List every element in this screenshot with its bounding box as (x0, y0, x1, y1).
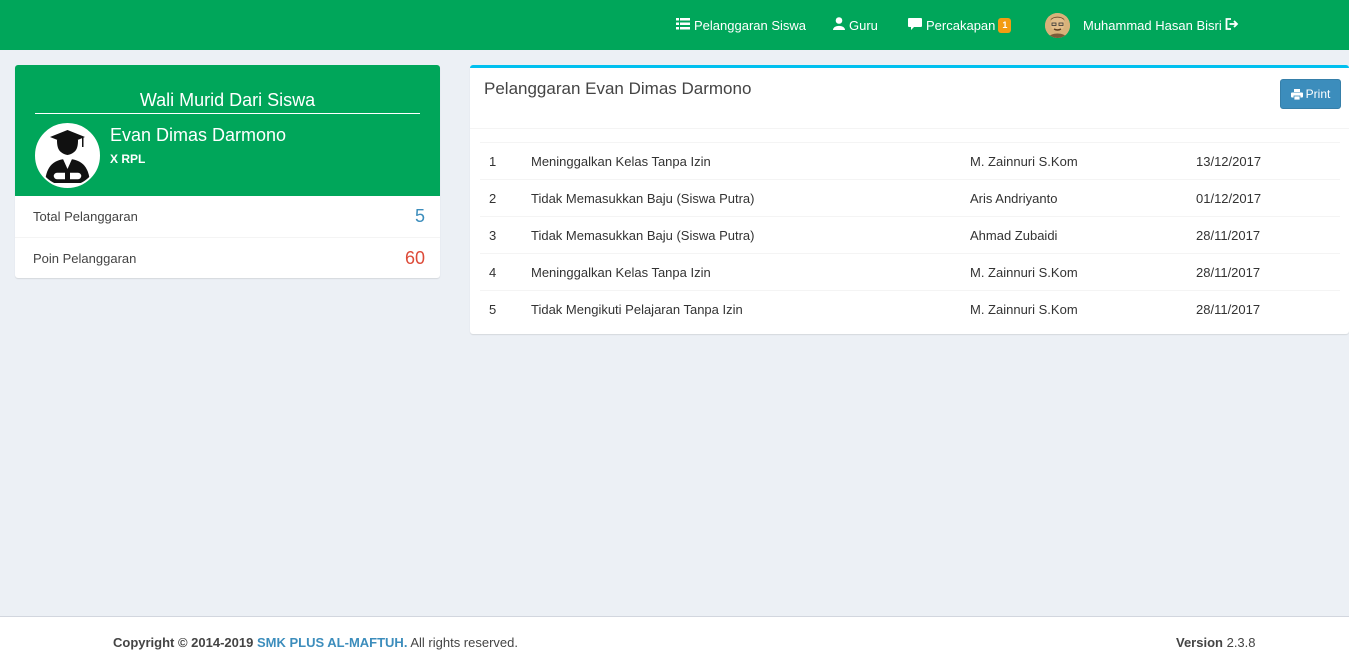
row-number: 2 (489, 191, 497, 206)
teacher-name: M. Zainnuri S.Kom (970, 265, 1078, 280)
teacher-name: M. Zainnuri S.Kom (970, 154, 1078, 169)
student-card-header: Wali Murid Dari Siswa Evan Dimas Darmono… (15, 65, 440, 196)
nav-label: Guru (849, 17, 878, 33)
footer: Copyright © 2014-2019 SMK PLUS AL-MAFTUH… (0, 616, 1349, 650)
print-label: Print (1305, 87, 1331, 101)
top-navbar: Pelanggaran Siswa Guru Percakapan 1 Muha… (0, 0, 1349, 50)
stat-value: 5 (414, 206, 425, 226)
divider (470, 128, 1349, 129)
row-number: 4 (489, 265, 497, 280)
row-number: 3 (489, 228, 497, 243)
graduate-icon (35, 123, 100, 188)
teacher-name: Ahmad Zubaidi (970, 228, 1058, 243)
violation-name: Tidak Mengikuti Pelajaran Tanpa Izin (531, 302, 743, 317)
table-row[interactable]: 5 Tidak Mengikuti Pelajaran Tanpa Izin M… (480, 290, 1340, 327)
rights-text: All rights reserved. (410, 635, 518, 650)
avatar (1045, 12, 1070, 38)
version-label: Version (1176, 635, 1223, 650)
teacher-name: M. Zainnuri S.Kom (970, 302, 1078, 317)
stat-value: 60 (404, 248, 425, 268)
user-menu[interactable]: Muhammad Hasan Bisri (1045, 0, 1239, 50)
table-row[interactable]: 2 Tidak Memasukkan Baju (Siswa Putra) Ar… (480, 179, 1340, 216)
table-row[interactable]: 4 Meninggalkan Kelas Tanpa Izin M. Zainn… (480, 253, 1340, 290)
card-title: Wali Murid Dari Siswa (35, 89, 420, 114)
student-class: X RPL (110, 152, 146, 166)
violation-date: 01/12/2017 (1196, 191, 1262, 206)
box-title: Pelanggaran Evan Dimas Darmono (484, 79, 752, 98)
violation-name: Meninggalkan Kelas Tanpa Izin (531, 154, 711, 169)
table-row[interactable]: 1 Meninggalkan Kelas Tanpa Izin M. Zainn… (480, 142, 1340, 179)
violation-date: 28/11/2017 (1196, 228, 1261, 243)
version-info: Version 2.3.8 (1176, 635, 1256, 650)
violation-date: 28/11/2017 (1196, 265, 1261, 280)
logout-icon[interactable] (1225, 17, 1239, 33)
notification-badge: 1 (998, 17, 1012, 33)
printer-icon (1290, 88, 1303, 100)
violations-table: 1 Meninggalkan Kelas Tanpa Izin M. Zainn… (480, 142, 1340, 327)
violation-name: Meninggalkan Kelas Tanpa Izin (531, 265, 711, 280)
user-icon (833, 17, 845, 33)
violation-date: 28/11/2017 (1196, 302, 1261, 317)
stat-total-violations[interactable]: Total Pelanggaran 5 (15, 196, 440, 238)
row-number: 5 (489, 302, 497, 317)
version-number: 2.3.8 (1226, 635, 1256, 650)
copyright: Copyright © 2014-2019 SMK PLUS AL-MAFTUH… (113, 635, 518, 650)
stat-violation-points[interactable]: Poin Pelanggaran 60 (15, 238, 440, 278)
nav-label: Percakapan (926, 17, 996, 33)
nav-label: Pelanggaran Siswa (694, 17, 807, 33)
nav-pelanggaran-siswa[interactable]: Pelanggaran Siswa (676, 0, 806, 50)
teacher-name: Aris Andriyanto (970, 191, 1058, 206)
print-button[interactable]: Print (1280, 79, 1341, 109)
violation-date: 13/12/2017 (1196, 154, 1262, 169)
student-name: Evan Dimas Darmono (110, 125, 287, 145)
row-number: 1 (489, 154, 497, 169)
violation-name: Tidak Memasukkan Baju (Siswa Putra) (531, 228, 755, 243)
stat-label: Total Pelanggaran (33, 209, 138, 224)
org-link[interactable]: SMK PLUS AL-MAFTUH. (257, 635, 407, 650)
violations-box: Pelanggaran Evan Dimas Darmono Print 1 M… (470, 65, 1349, 334)
stat-label: Poin Pelanggaran (33, 251, 137, 266)
nav-guru[interactable]: Guru (833, 0, 878, 50)
copyright-prefix: Copyright © 2014-2019 (113, 635, 254, 650)
nav-percakapan[interactable]: Percakapan 1 (908, 0, 1012, 50)
list-icon (676, 17, 690, 33)
violation-name: Tidak Memasukkan Baju (Siswa Putra) (531, 191, 755, 206)
table-row[interactable]: 3 Tidak Memasukkan Baju (Siswa Putra) Ah… (480, 216, 1340, 253)
chat-icon (908, 17, 922, 33)
user-name: Muhammad Hasan Bisri (1083, 17, 1222, 33)
student-card: Wali Murid Dari Siswa Evan Dimas Darmono… (15, 65, 440, 278)
